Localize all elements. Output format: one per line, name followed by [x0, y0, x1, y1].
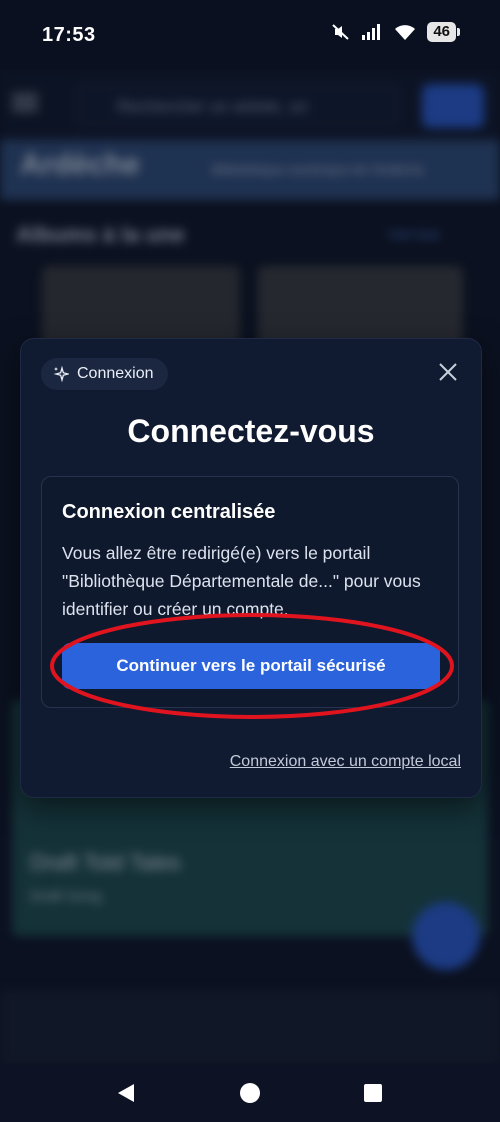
back-icon[interactable] [116, 1083, 136, 1103]
status-bar: 17:53 46 [0, 0, 500, 70]
tile-title: Draft Told Tales [30, 850, 181, 875]
status-time: 17:53 [42, 24, 96, 46]
sso-card: Connexion centralisée Vous allez être re… [41, 476, 459, 708]
battery-icon: 46 [427, 22, 460, 42]
signal-icon [362, 24, 381, 40]
chat-fab [412, 902, 480, 970]
sparkle-icon [53, 366, 69, 382]
close-icon[interactable] [437, 361, 459, 383]
section-title: Albums à la une [16, 222, 185, 247]
brand-logo: Ardèche [20, 148, 141, 181]
modal-title: Connectez-vous [127, 413, 375, 449]
search-button [422, 84, 484, 128]
tile-subtitle: Draft Song [30, 888, 102, 905]
home-icon[interactable] [240, 1083, 260, 1103]
recents-icon[interactable] [364, 1084, 382, 1102]
connexion-badge: Connexion [41, 358, 168, 390]
mute-icon [332, 24, 349, 40]
badge-label: Connexion [77, 365, 154, 382]
sso-description: Vous allez être redirigé(e) vers le port… [62, 543, 421, 619]
search-input: Rechercher un artiste, un [76, 84, 400, 128]
brand-subtitle: Bibliothèque numérique de l'Ardèche [212, 162, 425, 177]
mini-player [0, 990, 500, 1065]
login-modal: Connexion Connectez-vous Connexion centr… [20, 338, 482, 798]
sso-heading: Connexion centralisée [62, 501, 276, 523]
local-account-link[interactable]: Connexion avec un compte local [230, 753, 461, 771]
see-all-link: Voir tout [388, 226, 440, 242]
wifi-icon [395, 25, 416, 40]
status-icons: 46 [331, 22, 460, 42]
battery-level: 46 [427, 22, 456, 42]
continue-portal-button[interactable]: Continuer vers le portail sécurisé [62, 643, 440, 689]
menu-icon [12, 94, 38, 111]
system-nav-bar [0, 1065, 500, 1122]
